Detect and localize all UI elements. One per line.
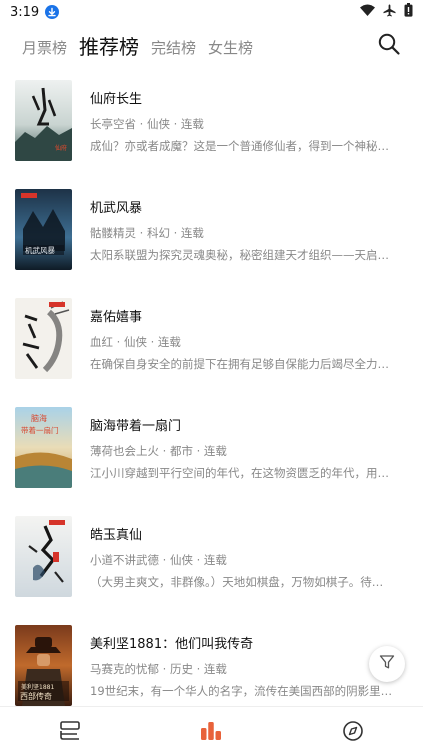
tab-monthly[interactable]: 月票榜 bbox=[22, 37, 67, 66]
book-meta: 长亭空省 · 仙侠 · 连载 bbox=[90, 117, 204, 131]
book-item[interactable]: 皓玉真仙 小道不讲武德 · 仙侠 · 连载 （大男主爽文，非群像。）天地如棋盘，… bbox=[0, 516, 423, 625]
book-title: 机武风暴 bbox=[90, 201, 143, 216]
ranking-tabs: 月票榜 推荐榜 完结榜 女生榜 bbox=[0, 26, 423, 66]
book-description: 太阳系联盟为探究灵魂奥秘，秘密组建天才组织——天启… bbox=[90, 248, 389, 262]
book-description: 在确保自身安全的前提下在拥有足够自保能力后竭尽全力… bbox=[90, 357, 389, 371]
book-item[interactable]: 仙府 仙府长生 长亭空省 · 仙侠 · 连载 成仙？亦或者成魔？这是一个普通修仙… bbox=[0, 80, 423, 189]
book-title: 嘉佑嬉事 bbox=[90, 310, 143, 325]
book-item[interactable]: 机武风暴 机武风暴 骷髅精灵 · 科幻 · 连载 太阳系联盟为探究灵魂奥秘，秘密… bbox=[0, 189, 423, 298]
book-meta: 血红 · 仙侠 · 连载 bbox=[90, 335, 181, 349]
search-icon[interactable] bbox=[377, 32, 401, 56]
book-title: 仙府长生 bbox=[90, 92, 143, 107]
tab-female[interactable]: 女生榜 bbox=[208, 37, 253, 66]
book-description: （大男主爽文，非群像。）天地如棋盘，万物如棋子。待… bbox=[90, 575, 384, 589]
book-item[interactable]: 嘉佑嬉事 血红 · 仙侠 · 连载 在确保自身安全的前提下在拥有足够自保能力后竭… bbox=[0, 298, 423, 407]
book-cover: 仙府 bbox=[15, 80, 72, 161]
status-time: 3:19 bbox=[10, 4, 40, 20]
book-meta: 小道不讲武德 · 仙侠 · 连载 bbox=[90, 553, 227, 567]
svg-text:西部传奇: 西部传奇 bbox=[20, 691, 52, 701]
book-cover: 脑海 带着一扇门 bbox=[15, 407, 72, 488]
book-description: 江小川穿越到平行空间的年代，在这物资匮乏的年代，用… bbox=[90, 466, 389, 480]
bookshelf-icon[interactable] bbox=[58, 720, 82, 742]
book-cover bbox=[15, 298, 72, 379]
svg-text:仙府: 仙府 bbox=[55, 144, 67, 152]
svg-text:脑海: 脑海 bbox=[31, 413, 47, 423]
tab-recommended[interactable]: 推荐榜 bbox=[79, 31, 139, 66]
svg-text:带着一扇门: 带着一扇门 bbox=[21, 425, 59, 435]
book-description: 成仙？亦或者成魔？这是一个普通修仙者，得到一个神秘… bbox=[90, 139, 389, 153]
book-meta: 骷髅精灵 · 科幻 · 连载 bbox=[90, 226, 204, 240]
book-item[interactable]: 脑海 带着一扇门 脑海带着一扇门 薄荷也会上火 · 都市 · 连载 江小川穿越到… bbox=[0, 407, 423, 516]
wifi-icon bbox=[360, 4, 375, 20]
ranking-icon[interactable] bbox=[199, 720, 223, 742]
book-cover: 机武风暴 bbox=[15, 189, 72, 270]
bottom-navigation bbox=[0, 706, 423, 752]
download-icon bbox=[45, 5, 60, 19]
book-cover bbox=[15, 516, 72, 597]
status-bar: 3:19 bbox=[0, 0, 423, 24]
filter-icon bbox=[379, 654, 395, 674]
book-cover: 美利坚1881 西部传奇 bbox=[15, 625, 72, 706]
svg-text:机武风暴: 机武风暴 bbox=[25, 245, 55, 255]
discover-icon[interactable] bbox=[341, 720, 365, 742]
filter-button[interactable] bbox=[369, 646, 405, 682]
book-list: 仙府 仙府长生 长亭空省 · 仙侠 · 连载 成仙？亦或者成魔？这是一个普通修仙… bbox=[0, 80, 423, 734]
book-meta: 薄荷也会上火 · 都市 · 连载 bbox=[90, 444, 227, 458]
svg-text:美利坚1881: 美利坚1881 bbox=[21, 683, 54, 691]
book-title: 皓玉真仙 bbox=[90, 528, 143, 543]
tab-completed[interactable]: 完结榜 bbox=[151, 37, 196, 66]
book-title: 美利坚1881：他们叫我传奇 bbox=[90, 637, 254, 652]
airplane-icon bbox=[383, 4, 396, 21]
book-meta: 马赛克的忧郁 · 历史 · 连载 bbox=[90, 662, 227, 676]
battery-icon bbox=[404, 3, 413, 21]
book-description: 19世纪末，有一个华人的名字，流传在美国西部的阴影里… bbox=[90, 684, 393, 698]
book-title: 脑海带着一扇门 bbox=[90, 419, 182, 434]
